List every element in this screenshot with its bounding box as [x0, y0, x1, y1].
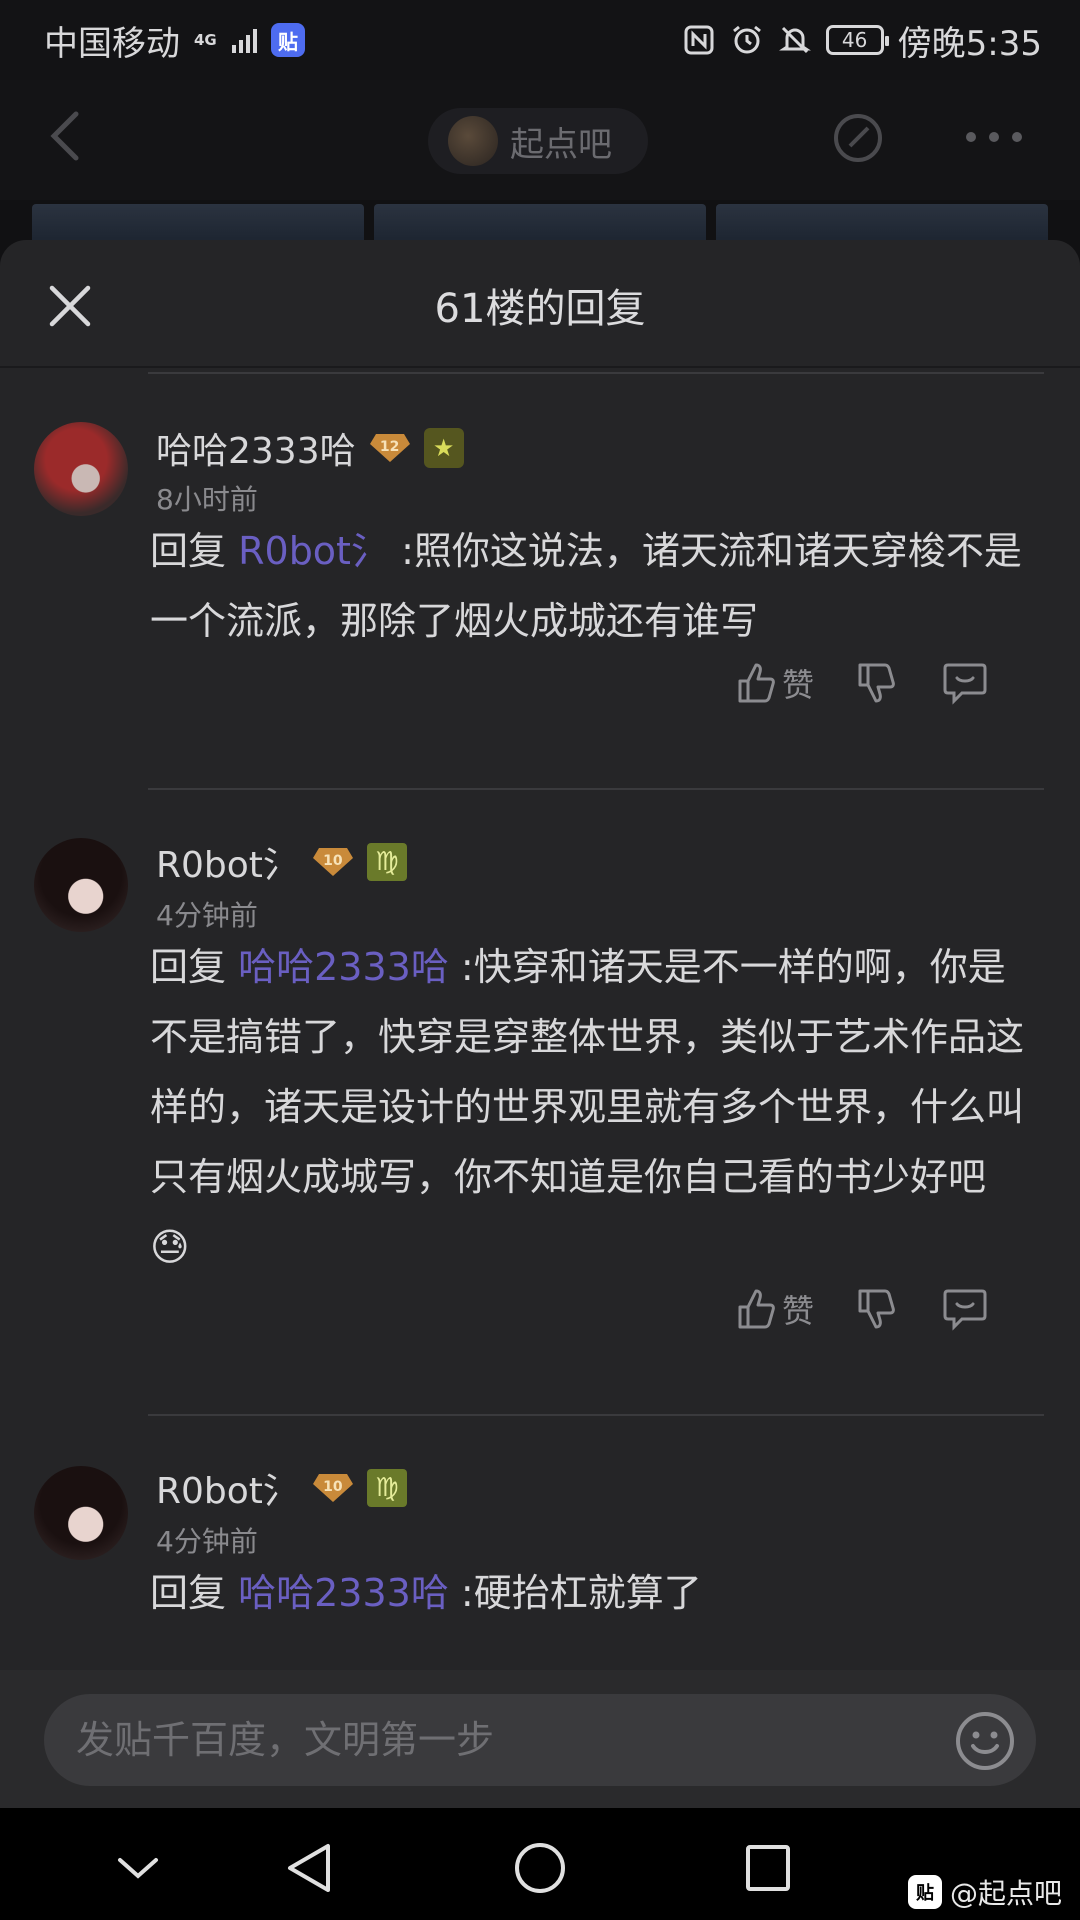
tieba-logo: 贴: [908, 1875, 942, 1909]
carrier-name: 中国移动: [44, 23, 180, 64]
level-badge: 12: [369, 432, 410, 464]
avatar[interactable]: [34, 422, 128, 516]
reply-content: :硬抬杠就算了: [460, 1571, 702, 1615]
user-info: R0bot氵 10 ♍: [156, 836, 407, 888]
comment-icon: [943, 1289, 987, 1331]
zodiac-virgo-icon: ♍: [366, 843, 407, 881]
username[interactable]: R0bot氵: [156, 836, 299, 888]
nav-home-button[interactable]: [510, 1838, 570, 1898]
thumbs-up-icon: [738, 663, 775, 703]
divider: [148, 788, 1044, 790]
username[interactable]: 哈哈2333哈: [156, 422, 356, 474]
nfc-icon: [682, 23, 716, 57]
compose-icon: [834, 114, 882, 162]
reply-text: 回复 哈哈2333哈 :快穿和诸天是不一样的啊，你是不是搞错了，快穿是穿整体世界…: [150, 932, 1030, 1282]
zodiac-virgo-icon: ♍: [366, 1469, 407, 1507]
like-button[interactable]: 赞: [736, 1286, 814, 1332]
sheet-header: 61楼的回复: [0, 240, 1080, 368]
square-recents-icon: [746, 1845, 790, 1891]
alarm-icon: [730, 23, 764, 57]
triangle-back-icon: [288, 1844, 330, 1892]
nav-hide-keyboard-button[interactable]: [108, 1838, 168, 1898]
network-type: 4G: [194, 30, 217, 49]
mention-link[interactable]: 哈哈2333哈: [238, 945, 449, 989]
user-info: R0bot氵 10 ♍: [156, 1462, 407, 1514]
reply-list[interactable]: 哈哈2333哈 12 ★ 8小时前 回复 R0bot氵 :照你这说法，诸天流和诸…: [0, 370, 1080, 1670]
mention-link[interactable]: 哈哈2333哈: [238, 1571, 449, 1615]
avatar[interactable]: [34, 838, 128, 932]
reply-sheet: 61楼的回复 哈哈2333哈 12 ★ 8小时前 回复 R0bot氵 :照你这说…: [0, 240, 1080, 1808]
watermark: 贴 @起点吧: [908, 1872, 1062, 1912]
comment-icon: [943, 663, 987, 705]
post-time: 8小时前: [156, 483, 258, 516]
mute-bell-icon: [778, 23, 812, 57]
reply-prefix: 回复: [150, 529, 227, 573]
comment-button[interactable]: [942, 661, 988, 705]
post-time: 4分钟前: [156, 1525, 258, 1558]
clock: 傍晚5:35: [897, 23, 1042, 64]
dislike-button[interactable]: [856, 661, 896, 705]
reply-text: 回复 哈哈2333哈 :硬抬杠就算了: [150, 1558, 1030, 1628]
user-info: 哈哈2333哈 12 ★: [156, 422, 464, 474]
emoji-button[interactable]: [954, 1710, 1016, 1772]
sweat-emoji-icon: 😓: [150, 1225, 190, 1269]
tieba-app-icon: 贴: [271, 23, 305, 57]
comment-input-bar: 发贴千百度，文明第一步: [0, 1670, 1080, 1808]
divider: [148, 1414, 1044, 1416]
post-image: [374, 204, 706, 244]
mention-link[interactable]: R0bot氵: [238, 529, 389, 573]
dislike-button[interactable]: [856, 1287, 896, 1331]
username[interactable]: R0bot氵: [156, 1462, 299, 1514]
medal-icon: ★: [423, 428, 464, 468]
thumbs-down-icon: [858, 1289, 895, 1329]
comment-input[interactable]: 发贴千百度，文明第一步: [44, 1694, 1036, 1786]
reply-text: 回复 R0bot氵 :照你这说法，诸天流和诸天穿梭不是一个流派，那除了烟火成城还…: [150, 516, 1030, 656]
thumbs-down-icon: [858, 663, 895, 703]
level-badge: 10: [312, 1472, 353, 1504]
level-badge: 10: [312, 846, 353, 878]
nav-back-button[interactable]: [280, 1838, 340, 1898]
avatar[interactable]: [34, 1466, 128, 1560]
watermark-text: @起点吧: [950, 1877, 1063, 1910]
back-button[interactable]: [42, 106, 92, 166]
thumbs-up-icon: [738, 1289, 775, 1329]
signal-icon: [232, 27, 257, 53]
post-image-strip: [32, 204, 1048, 244]
forum-name: 起点吧: [510, 124, 612, 165]
post-image: [716, 204, 1048, 244]
battery-indicator: 46: [825, 25, 889, 55]
chevron-left-icon: [50, 111, 79, 161]
like-label: 赞: [782, 1292, 815, 1330]
status-bar: 中国移动 4G 贴 46 傍晚5:35: [0, 0, 1080, 80]
circle-home-icon: [515, 1843, 565, 1893]
divider: [148, 372, 1044, 374]
chevron-down-icon: [118, 1858, 158, 1879]
like-button[interactable]: 赞: [736, 660, 814, 706]
forum-chip[interactable]: 起点吧: [428, 108, 648, 174]
nav-recents-button[interactable]: [738, 1838, 798, 1898]
more-options-button[interactable]: [966, 132, 1022, 146]
reply-actions: 赞: [736, 660, 988, 706]
post-image: [32, 204, 364, 244]
post-time: 4分钟前: [156, 899, 258, 932]
forum-top-nav: 起点吧: [0, 80, 1080, 244]
emoji-icon: [956, 1712, 1014, 1770]
reply-prefix: 回复: [150, 1571, 227, 1615]
compose-button[interactable]: [828, 108, 888, 168]
reply-prefix: 回复: [150, 945, 227, 989]
forum-avatar: [448, 116, 498, 166]
like-label: 赞: [782, 666, 815, 704]
sheet-title: 61楼的回复: [434, 286, 646, 332]
comment-button[interactable]: [942, 1287, 988, 1331]
reply-actions: 赞: [736, 1286, 988, 1332]
